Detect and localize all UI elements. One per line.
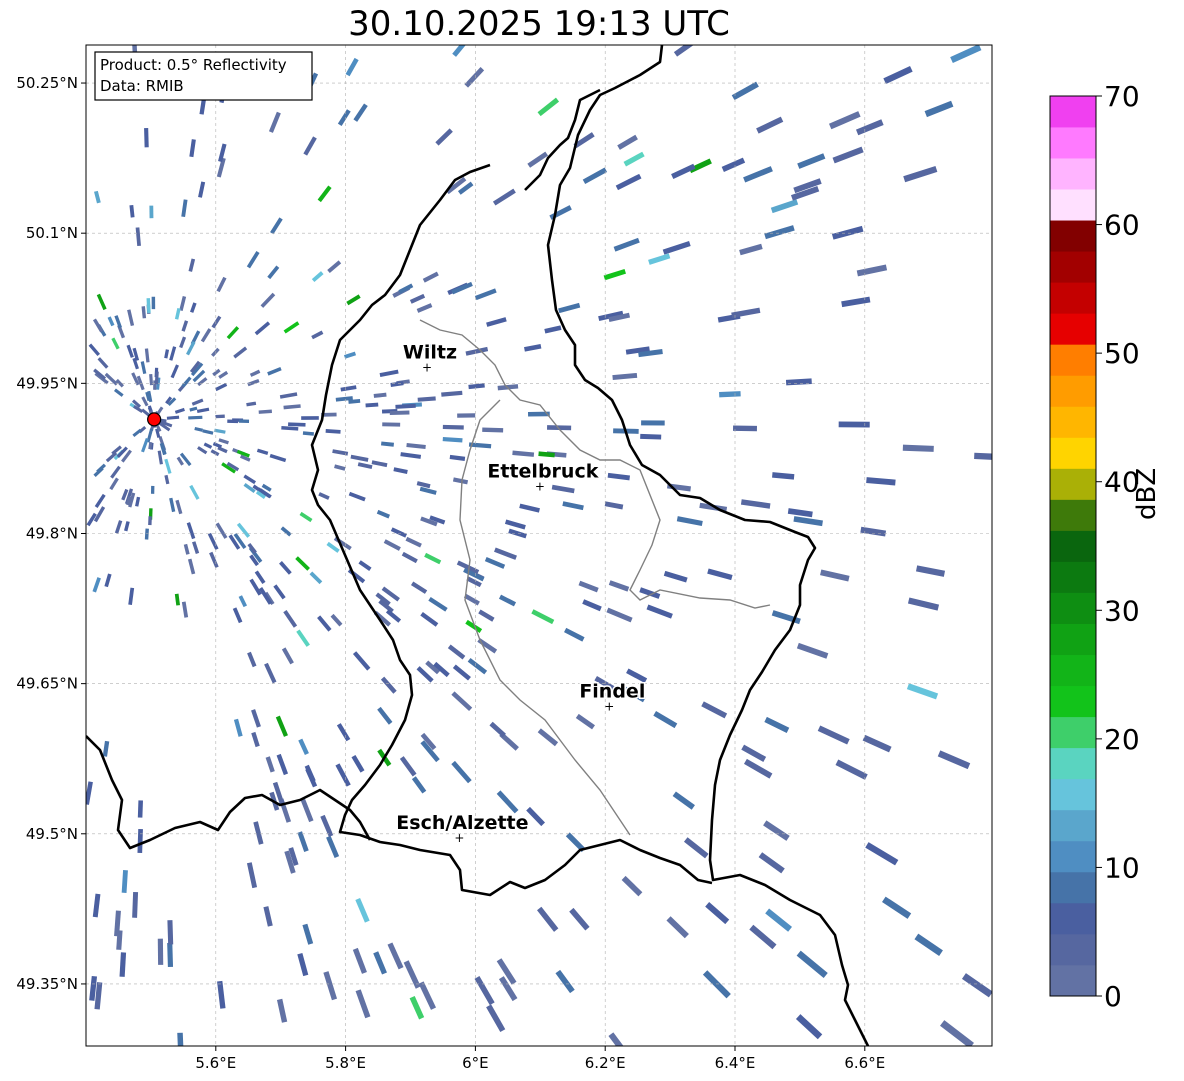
colorbar-bin [1050, 840, 1096, 873]
colorbar-bin [1050, 716, 1096, 749]
colorbar-bin [1050, 220, 1096, 252]
echo-bin [389, 410, 410, 416]
lon-tick-label: 5.8°E [325, 1054, 366, 1072]
colorbar-label: dBZ [1132, 467, 1162, 520]
colorbar-bin [1050, 344, 1096, 376]
echo-bin [902, 444, 934, 452]
data-source-text: Data: RMIB [100, 77, 184, 95]
lon-tick-label: 6.6°E [844, 1054, 885, 1072]
product-text: Product: 0.5° Reflectivity [100, 56, 287, 74]
lat-tick-label: 49.95°N [16, 374, 78, 392]
colorbar-bin [1050, 282, 1096, 314]
colorbar-bin [1050, 685, 1096, 718]
echo-bin [149, 205, 154, 219]
echo-bin [137, 828, 143, 854]
echo-bin [137, 800, 143, 818]
colorbar-bin [1050, 809, 1096, 842]
lon-tick-label: 6.2°E [585, 1054, 626, 1072]
colorbar-bin [1050, 158, 1096, 190]
radar-site-marker [147, 412, 162, 427]
colorbar-bin [1050, 530, 1096, 562]
colorbar-bin [1050, 189, 1096, 221]
colorbar-bin [1050, 437, 1096, 469]
colorbar-tick-label: 30 [1104, 594, 1140, 627]
colorbar-bin [1050, 96, 1096, 128]
lat-tick-label: 49.5°N [26, 825, 78, 843]
echo-bin [150, 485, 155, 494]
echo-bin [482, 427, 504, 433]
city-label: Esch/Alzette [396, 812, 528, 834]
echo-bin [301, 416, 319, 420]
echo-bin [733, 425, 757, 432]
map-title: 30.10.2025 19:13 UTC [348, 4, 730, 44]
echo-bin [238, 419, 250, 423]
echo-bin [288, 422, 306, 427]
lon-tick-label: 5.6°E [195, 1054, 236, 1072]
radar-map-figure: +Wiltz+Ettelbruck+Findel+Esch/AlzettePro… [16, 44, 1140, 1072]
echo-bin [188, 415, 203, 420]
colorbar-bin [1050, 561, 1096, 593]
lat-tick-label: 49.8°N [26, 524, 78, 542]
echo-bin [144, 127, 149, 148]
colorbar-bin [1050, 654, 1096, 687]
echo-bin [151, 296, 156, 310]
plot-area: +Wiltz+Ettelbruck+Findel+Esch/Alzette [86, 45, 992, 1046]
echo-bin [457, 413, 476, 418]
echo-bin [641, 420, 665, 426]
colorbar-tick-label: 70 [1104, 80, 1140, 113]
echo-bin [442, 424, 464, 430]
colorbar-bin [1050, 468, 1096, 500]
colorbar-bin [1050, 747, 1096, 780]
colorbar-bin [1050, 623, 1096, 656]
echo-bin [132, 891, 139, 918]
colorbar-bin [1050, 251, 1096, 283]
colorbar-bin [1050, 499, 1096, 531]
echo-bin [167, 920, 174, 945]
lat-tick-label: 49.35°N [16, 975, 78, 993]
colorbar-tick-label: 20 [1104, 723, 1140, 756]
echo-bin [146, 298, 151, 314]
echo-bin [974, 452, 992, 461]
echo-bin [167, 942, 174, 968]
lat-tick-label: 49.65°N [16, 675, 78, 693]
colorbar-bin [1050, 406, 1096, 438]
product-info-box: Product: 0.5° Reflectivity Data: RMIB [94, 51, 313, 101]
echo-bin [640, 433, 662, 440]
city-label: Wiltz [403, 341, 457, 363]
echo-bin [157, 938, 164, 965]
plot-background [86, 45, 992, 1046]
colorbar-bin [1050, 127, 1096, 159]
colorbar-tick-label: 0 [1104, 980, 1122, 1013]
city-label: Findel [579, 681, 645, 703]
lon-tick-label: 6°E [462, 1054, 489, 1072]
colorbar-bin [1050, 871, 1096, 904]
lat-tick-label: 50.1°N [26, 224, 78, 242]
echo-bin [177, 1032, 184, 1046]
lat-tick-label: 50.25°N [16, 74, 78, 92]
echo-bin [144, 528, 149, 540]
echo-bin [148, 516, 152, 526]
colorbar-bin [1050, 778, 1096, 811]
city-label: Ettelbruck [487, 460, 598, 482]
echo-bin [382, 422, 401, 427]
lon-tick-label: 6.4°E [715, 1054, 756, 1072]
echo-bin [215, 414, 225, 419]
colorbar-bin [1050, 964, 1096, 997]
colorbar-bin [1050, 592, 1096, 624]
colorbar-bin [1050, 375, 1096, 407]
colorbar-bin [1050, 313, 1096, 345]
echo-bin [719, 391, 741, 398]
colorbar-tick-label: 60 [1104, 209, 1140, 242]
colorbar-bin [1050, 902, 1096, 935]
colorbar-bin [1050, 933, 1096, 966]
colorbar-tick-label: 50 [1104, 337, 1140, 370]
colorbar-tick-label: 10 [1104, 851, 1140, 884]
colorbar: 010203040506070 [1049, 80, 1140, 1013]
